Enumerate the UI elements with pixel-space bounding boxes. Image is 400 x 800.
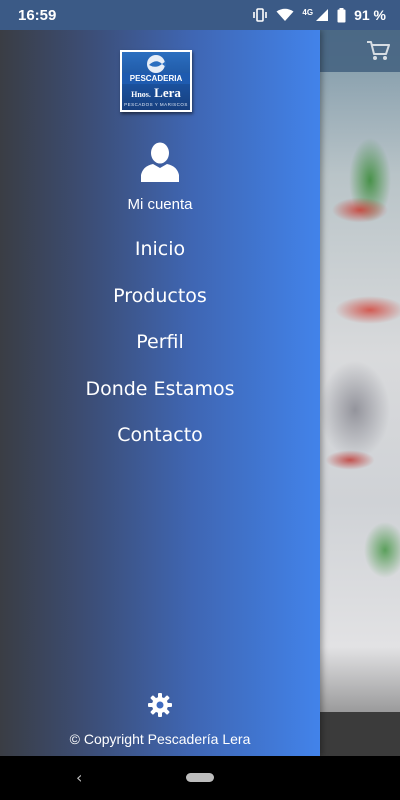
logo-brand-prefix: Hnos. <box>131 90 151 99</box>
navigation-drawer: PESCADERIA Hnos. Lera PESCADOS Y MARISCO… <box>0 30 320 756</box>
menu-item-perfil[interactable]: Perfil <box>0 323 320 370</box>
user-icon[interactable] <box>141 142 179 186</box>
status-bar: 16:59 4G 91 % <box>0 0 400 30</box>
cart-icon[interactable] <box>366 40 390 66</box>
network-type-label: 4G <box>302 7 314 17</box>
battery-percent: 91 % <box>354 7 386 23</box>
signal-icon <box>315 8 329 22</box>
copyright-text: © Copyright Pescadería Lera <box>69 731 251 747</box>
menu-item-inicio[interactable]: Inicio <box>0 230 320 277</box>
system-nav-bar: ‹ <box>0 756 400 800</box>
battery-icon <box>337 7 346 23</box>
menu-item-donde-estamos[interactable]: Donde Estamos <box>0 370 320 417</box>
logo-ribbon: PESCADERIA <box>122 73 190 84</box>
drawer-menu: Inicio Productos Perfil Donde Estamos Co… <box>0 230 320 463</box>
vibrate-icon <box>252 8 268 22</box>
logo-tagline: PESCADOS Y MARISCOS <box>124 102 188 107</box>
home-pill-icon[interactable] <box>186 773 214 782</box>
wifi-icon <box>276 8 294 22</box>
status-icons: 4G 91 % <box>252 7 386 23</box>
menu-item-productos[interactable]: Productos <box>0 277 320 324</box>
menu-item-contacto[interactable]: Contacto <box>0 416 320 463</box>
logo-brand-name: Lera <box>154 85 181 100</box>
back-icon[interactable]: ‹ <box>76 768 82 787</box>
status-time: 16:59 <box>18 6 57 24</box>
gear-icon[interactable] <box>147 692 173 722</box>
my-account-link[interactable]: Mi cuenta <box>0 196 320 213</box>
logo: PESCADERIA Hnos. Lera PESCADOS Y MARISCO… <box>120 50 192 112</box>
logo-brand: Hnos. Lera <box>122 86 190 102</box>
background-bottom-strip <box>320 712 400 756</box>
